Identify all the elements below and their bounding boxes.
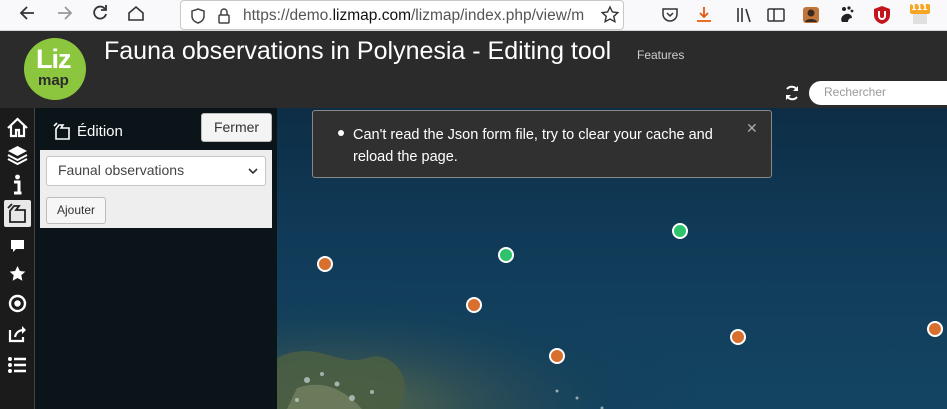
layers-icon[interactable] [4, 141, 31, 168]
url-text: https://demo.lizmap.com/lizmap/index.php… [243, 7, 585, 24]
lock-icon[interactable] [215, 7, 233, 25]
lizmap-logo[interactable]: Liz map [24, 38, 86, 100]
reload-icon[interactable] [88, 3, 112, 27]
edition-icon[interactable] [4, 200, 31, 227]
edition-panel: Faunal observations Ajouter [40, 150, 272, 228]
library-icon[interactable] [733, 4, 755, 26]
screenshot-root: https://demo.lizmap.com/lizmap/index.php… [0, 0, 947, 409]
observation-point[interactable] [672, 223, 688, 239]
observation-point[interactable] [317, 256, 333, 272]
dock-header: Édition Fermer [35, 108, 277, 150]
extension-badge-count: 111 [911, 3, 928, 12]
comment-icon[interactable] [4, 232, 31, 259]
app-header: Liz map Fauna observations in Polynesia … [0, 31, 947, 108]
search-input[interactable]: Rechercher [809, 81, 947, 105]
logo-text-top: Liz [36, 44, 71, 74]
home-icon[interactable] [4, 114, 31, 141]
add-feature-button[interactable]: Ajouter [46, 197, 106, 224]
extension-badge-icon[interactable]: 111 [908, 3, 930, 26]
observation-point[interactable] [466, 297, 482, 313]
star-icon[interactable] [4, 260, 31, 287]
notification-bullet [338, 130, 344, 136]
close-dock-button[interactable]: Fermer [201, 113, 272, 142]
back-arrow-icon[interactable] [16, 3, 40, 27]
locate-icon[interactable] [4, 290, 31, 317]
observation-point[interactable] [498, 247, 514, 263]
forward-arrow-icon[interactable] [52, 3, 76, 27]
close-icon[interactable]: ✕ [746, 121, 758, 137]
layer-select-value: Faunal observations [58, 162, 185, 178]
edition-title-icon [53, 121, 73, 141]
logo-text-bottom: map [38, 72, 69, 89]
layer-select[interactable]: Faunal observations [46, 156, 266, 186]
page-subtitle: Features [637, 48, 685, 62]
share-icon[interactable] [4, 320, 31, 347]
home-page-icon[interactable] [124, 3, 148, 27]
observation-point[interactable] [927, 321, 943, 337]
ublock-icon[interactable] [871, 4, 893, 26]
star-bookmark-icon[interactable] [599, 4, 621, 26]
list-icon[interactable] [4, 351, 31, 378]
shield-icon[interactable] [189, 7, 207, 25]
gnome-extension-icon[interactable] [835, 4, 857, 26]
dock-title: Édition [77, 123, 123, 140]
sidebar-icon[interactable] [765, 4, 787, 26]
pocket-icon[interactable] [659, 4, 681, 26]
error-notification: Can't read the Json form file, try to cl… [312, 110, 772, 178]
chevron-down-icon [247, 164, 259, 178]
observation-point[interactable] [730, 329, 746, 345]
download-icon[interactable] [693, 4, 715, 26]
info-icon[interactable] [4, 171, 31, 198]
edition-dock: Édition Fermer Faunal observations Ajout… [35, 108, 277, 409]
page-title: Fauna observations in Polynesia - Editin… [104, 37, 612, 65]
notification-message: Can't read the Json form file, try to cl… [353, 127, 713, 165]
observation-point[interactable] [549, 348, 565, 364]
refresh-icon[interactable] [782, 83, 802, 103]
left-menu [0, 108, 35, 409]
url-bar[interactable]: https://demo.lizmap.com/lizmap/index.php… [180, 0, 624, 30]
profile-avatar-icon[interactable] [800, 4, 822, 26]
browser-toolbar: https://demo.lizmap.com/lizmap/index.php… [0, 0, 947, 31]
